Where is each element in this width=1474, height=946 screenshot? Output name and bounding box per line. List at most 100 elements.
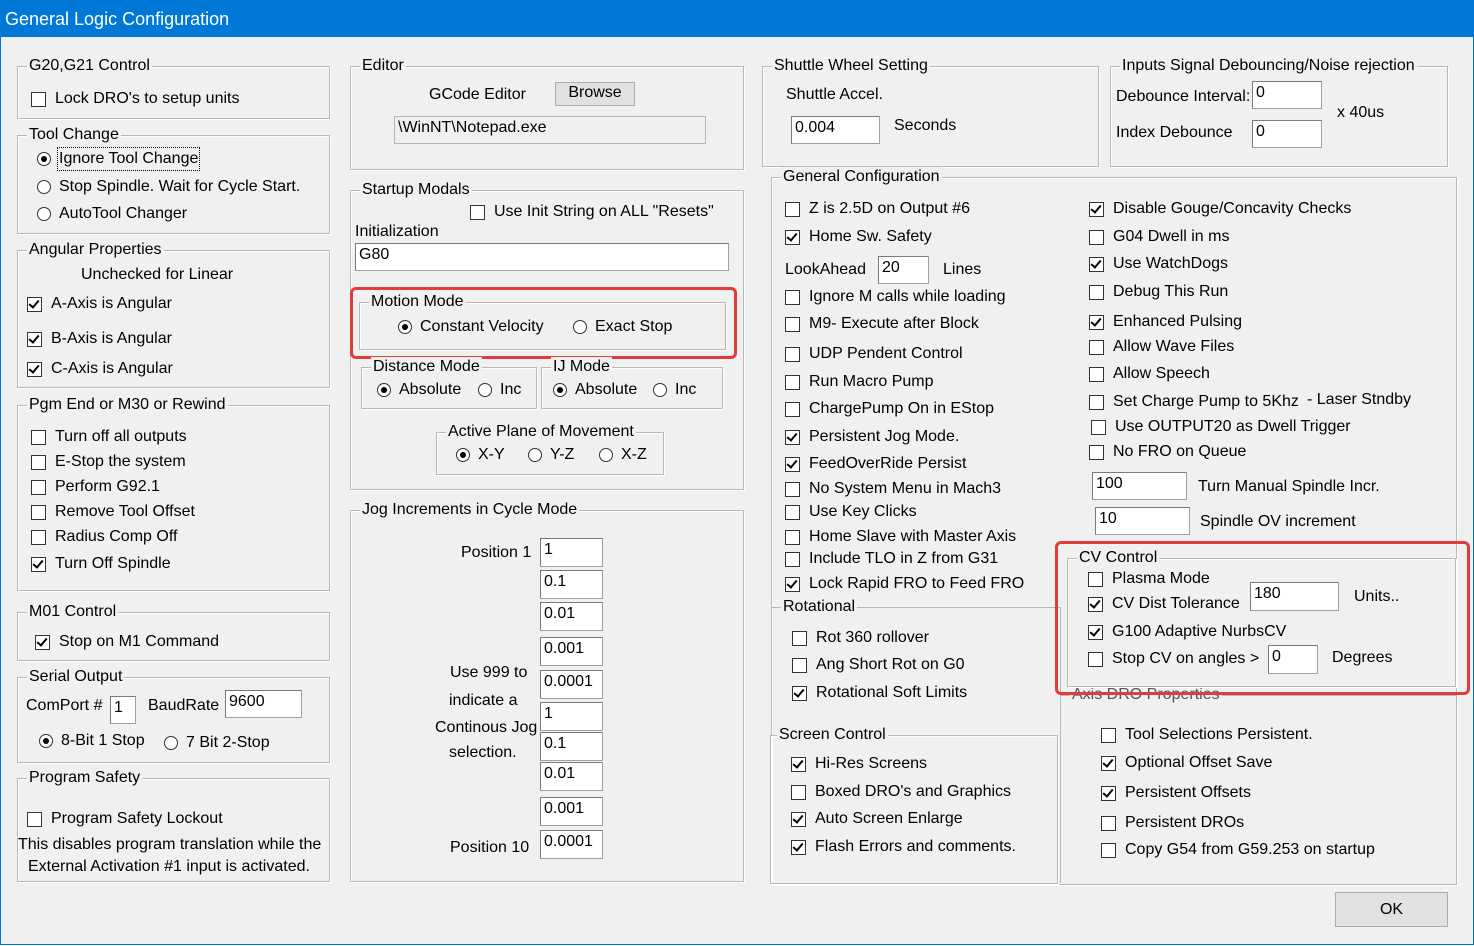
checkbox-box[interactable] <box>1089 394 1104 410</box>
c-axis-checkbox[interactable]: C-Axis is Angular <box>27 359 173 379</box>
checkbox-box[interactable] <box>1101 842 1116 858</box>
checkbox-box[interactable] <box>27 296 42 312</box>
checkbox-box[interactable] <box>31 429 46 445</box>
checkbox-box[interactable] <box>785 481 800 497</box>
jog-input-4[interactable]: 0.001 <box>540 637 603 666</box>
key-clicks-checkbox[interactable]: Use Key Clicks <box>785 502 917 522</box>
checkbox-box[interactable] <box>1089 201 1104 217</box>
ignore-m-calls-checkbox[interactable]: Ignore M calls while loading <box>785 287 1006 307</box>
ij-absolute-radio[interactable]: Absolute <box>553 380 637 400</box>
boxed-dros-checkbox[interactable]: Boxed DRO's and Graphics <box>791 782 1011 802</box>
m9-execute-checkbox[interactable]: M9- Execute after Block <box>785 314 979 334</box>
checkbox-box[interactable] <box>785 374 800 390</box>
checkbox-box[interactable] <box>27 361 42 377</box>
checkbox-box[interactable] <box>785 229 800 245</box>
distance-inc-radio[interactable]: Inc <box>478 380 521 400</box>
watchdogs-checkbox[interactable]: Use WatchDogs <box>1089 254 1228 274</box>
checkbox-box[interactable] <box>470 204 485 220</box>
checkbox-box[interactable] <box>791 784 806 800</box>
flash-errors-checkbox[interactable]: Flash Errors and comments. <box>791 837 1016 857</box>
rot-soft-limits-checkbox[interactable]: Rotational Soft Limits <box>792 683 967 703</box>
checkbox-box[interactable] <box>1089 284 1104 300</box>
turn-off-outputs-checkbox[interactable]: Turn off all outputs <box>31 427 187 447</box>
jog-input-1[interactable]: 1 <box>540 538 603 567</box>
checkbox-box[interactable] <box>27 331 42 347</box>
radio-dot[interactable] <box>37 180 51 194</box>
checkbox-box[interactable] <box>1089 229 1104 245</box>
ignore-tool-change-radio[interactable]: Ignore Tool Change <box>37 147 201 171</box>
ang-short-rot-checkbox[interactable]: Ang Short Rot on G0 <box>792 655 965 675</box>
no-system-menu-checkbox[interactable]: No System Menu in Mach3 <box>785 479 1001 499</box>
wave-files-checkbox[interactable]: Allow Wave Files <box>1089 337 1234 357</box>
radio-dot[interactable] <box>599 448 613 462</box>
radio-dot[interactable] <box>478 383 492 397</box>
checkbox-box[interactable] <box>785 576 800 592</box>
radius-comp-checkbox[interactable]: Radius Comp Off <box>31 527 177 547</box>
enhanced-pulsing-checkbox[interactable]: Enhanced Pulsing <box>1089 312 1242 332</box>
checkbox-box[interactable] <box>791 811 806 827</box>
lookahead-input[interactable]: 20 <box>878 256 929 284</box>
checkbox-box[interactable] <box>35 634 50 650</box>
index-debounce-input[interactable]: 0 <box>1252 120 1322 148</box>
checkbox-box[interactable] <box>785 201 800 217</box>
z25d-checkbox[interactable]: Z is 2.5D on Output #6 <box>785 199 970 219</box>
udp-pendent-checkbox[interactable]: UDP Pendent Control <box>785 344 963 364</box>
checkbox-box[interactable] <box>31 479 46 495</box>
stop-m1-checkbox[interactable]: Stop on M1 Command <box>35 632 219 652</box>
jog-input-3[interactable]: 0.01 <box>540 602 603 631</box>
checkbox-box[interactable] <box>1089 314 1104 330</box>
remove-tool-offset-checkbox[interactable]: Remove Tool Offset <box>31 502 195 522</box>
checkbox-box[interactable] <box>1101 815 1116 831</box>
checkbox-box[interactable] <box>785 504 800 520</box>
checkbox-box[interactable] <box>1101 785 1116 801</box>
checkbox-box[interactable] <box>31 504 46 520</box>
radio-dot[interactable] <box>39 734 53 748</box>
checkbox-box[interactable] <box>785 346 800 362</box>
jog-input-7[interactable]: 0.1 <box>540 732 603 761</box>
checkbox-box[interactable] <box>785 456 800 472</box>
output20-dwell-checkbox[interactable]: Use OUTPUT20 as Dwell Trigger <box>1091 417 1351 437</box>
radio-dot[interactable] <box>377 383 391 397</box>
auto-screen-enlarge-checkbox[interactable]: Auto Screen Enlarge <box>791 809 963 829</box>
radio-dot[interactable] <box>456 448 470 462</box>
radio-dot[interactable] <box>528 448 542 462</box>
radio-dot[interactable] <box>37 152 51 166</box>
debug-run-checkbox[interactable]: Debug This Run <box>1089 282 1228 302</box>
no-fro-queue-checkbox[interactable]: No FRO on Queue <box>1089 442 1246 462</box>
jog-input-5[interactable]: 0.0001 <box>540 670 603 699</box>
lock-rapid-fro-checkbox[interactable]: Lock Rapid FRO to Feed FRO <box>785 574 1024 594</box>
plane-xz-radio[interactable]: X-Z <box>599 445 647 465</box>
spindle-incr-input[interactable]: 100 <box>1092 472 1187 500</box>
checkbox-box[interactable] <box>785 289 800 305</box>
checkbox-box[interactable] <box>785 551 800 567</box>
checkbox-box[interactable] <box>31 91 46 107</box>
browse-button[interactable]: Browse <box>555 82 635 106</box>
checkbox-box[interactable] <box>785 529 800 545</box>
spindle-ov-input[interactable]: 10 <box>1095 507 1190 535</box>
safety-lockout-checkbox[interactable]: Program Safety Lockout <box>27 809 223 829</box>
checkbox-box[interactable] <box>785 429 800 445</box>
feedoverride-persist-checkbox[interactable]: FeedOverRide Persist <box>785 454 966 474</box>
autotool-changer-radio[interactable]: AutoTool Changer <box>37 204 187 224</box>
distance-absolute-radio[interactable]: Absolute <box>377 380 461 400</box>
checkbox-box[interactable] <box>27 811 42 827</box>
comport-input[interactable]: 1 <box>110 696 136 724</box>
checkbox-box[interactable] <box>31 454 46 470</box>
checkbox-box[interactable] <box>791 756 806 772</box>
rot-360-checkbox[interactable]: Rot 360 rollover <box>792 628 929 648</box>
checkbox-box[interactable] <box>791 839 806 855</box>
initialization-input[interactable]: G80 <box>355 243 729 271</box>
turn-off-spindle-checkbox[interactable]: Turn Off Spindle <box>31 554 171 574</box>
persistent-jog-checkbox[interactable]: Persistent Jog Mode. <box>785 427 959 447</box>
8bit-1stop-radio[interactable]: 8-Bit 1 Stop <box>39 731 145 751</box>
radio-dot[interactable] <box>37 207 51 221</box>
radio-dot[interactable] <box>553 383 567 397</box>
lock-dro-checkbox[interactable]: Lock DRO's to setup units <box>31 89 239 109</box>
ij-inc-radio[interactable]: Inc <box>653 380 696 400</box>
g04-dwell-checkbox[interactable]: G04 Dwell in ms <box>1089 227 1229 247</box>
estop-checkbox[interactable]: E-Stop the system <box>31 452 186 472</box>
macro-pump-checkbox[interactable]: Run Macro Pump <box>785 372 934 392</box>
debounce-interval-input[interactable]: 0 <box>1252 81 1322 109</box>
checkbox-box[interactable] <box>1091 419 1106 435</box>
checkbox-box[interactable] <box>792 630 807 646</box>
